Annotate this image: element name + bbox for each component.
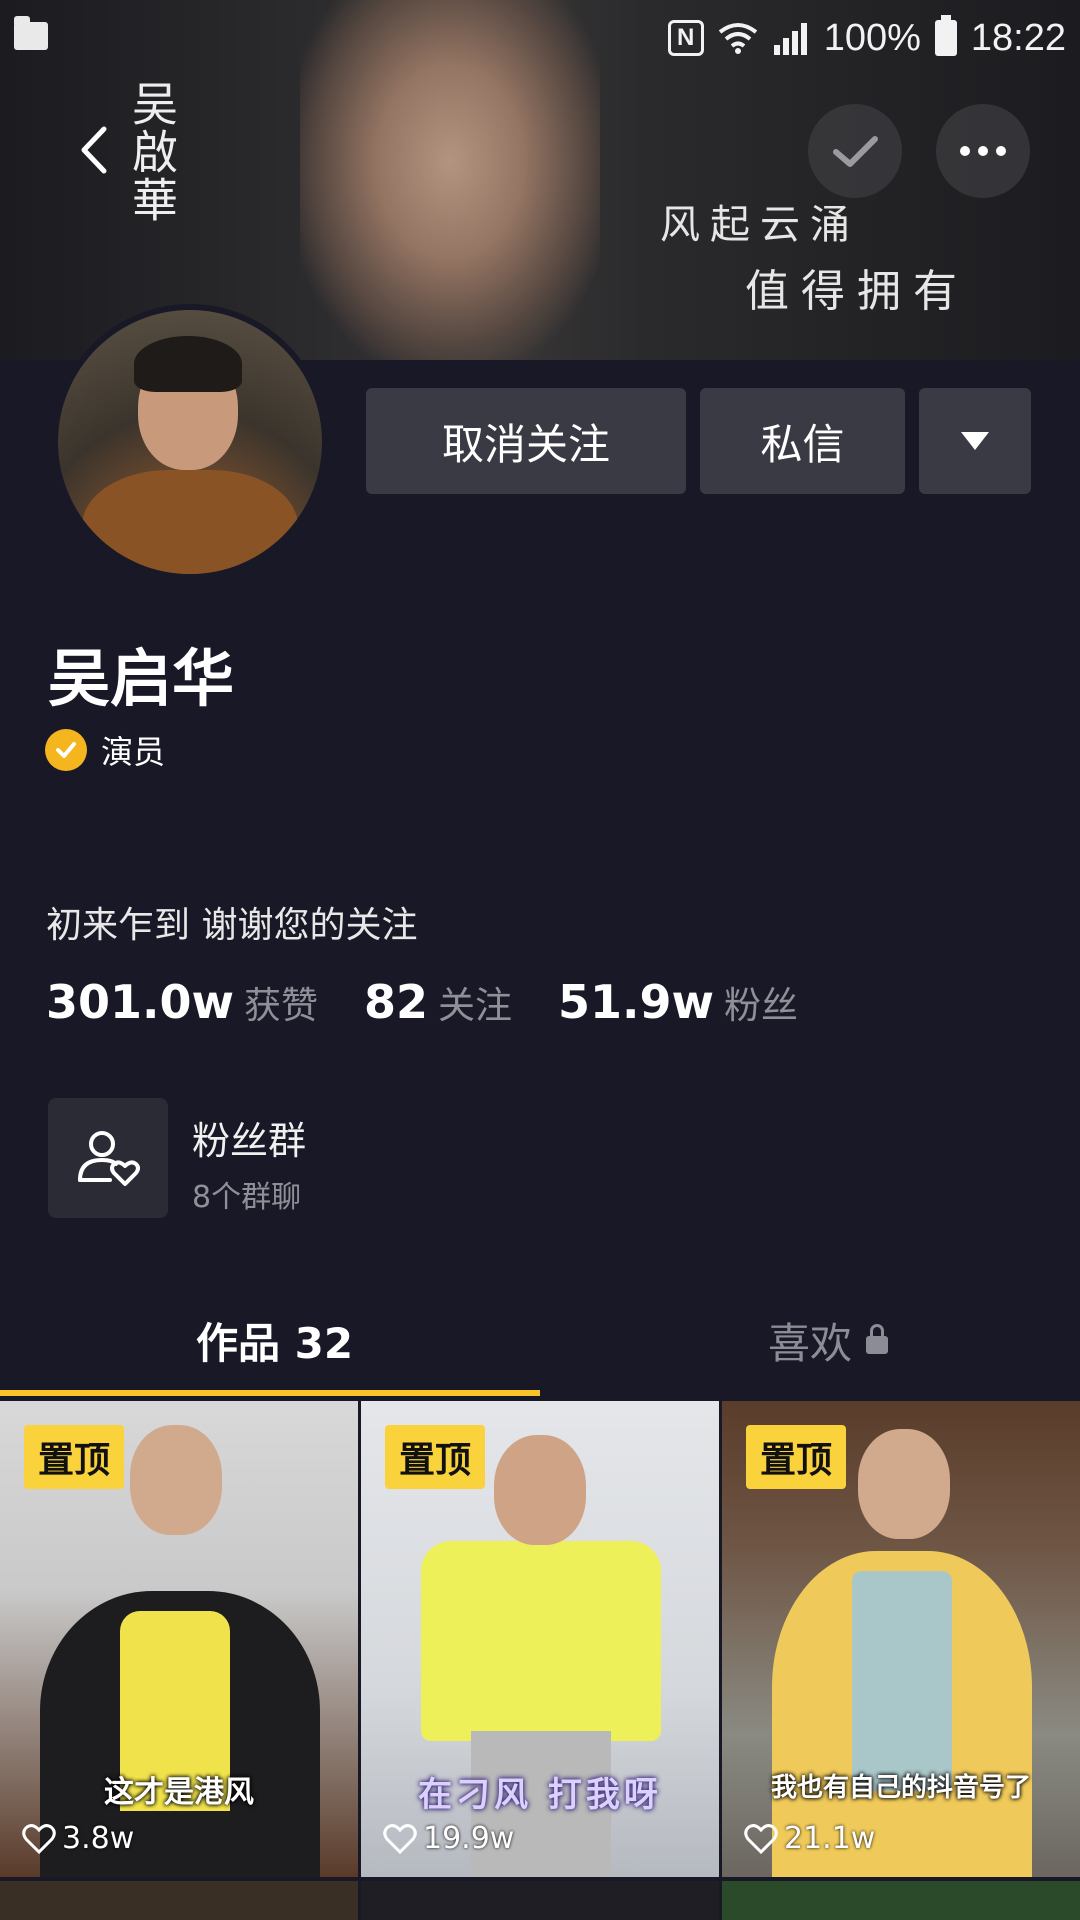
video-thumbnail-partial[interactable] bbox=[361, 1881, 719, 1920]
stat-value: 51.9w bbox=[558, 975, 715, 1029]
stat-following[interactable]: 82 关注 bbox=[364, 975, 512, 1029]
message-button[interactable]: 私信 bbox=[700, 388, 905, 494]
profile-bio: 初来乍到 谢谢您的关注 bbox=[46, 905, 418, 946]
heart-icon bbox=[383, 1823, 417, 1854]
pinned-badge: 置顶 bbox=[385, 1425, 486, 1489]
wifi-icon bbox=[718, 22, 758, 54]
check-icon bbox=[833, 136, 878, 167]
status-bar-right: N 100% 18:22 bbox=[667, 14, 1066, 62]
profile-stats: 301.0w 获赞 82 关注 51.9w 粉丝 bbox=[46, 975, 844, 1029]
banner-slogan-line-2: 值得拥有 bbox=[745, 266, 969, 317]
video-grid: 置顶 这才是港风 3.8w 置顶 在刁风 打我呀 19.9w 置顶 我也有自己的… bbox=[0, 1401, 1080, 1920]
clock: 18:22 bbox=[970, 16, 1066, 59]
verified-label: 演员 bbox=[101, 733, 166, 771]
video-thumbnail-partial[interactable] bbox=[0, 1881, 358, 1920]
video-caption: 我也有自己的抖音号了 bbox=[770, 1773, 1031, 1803]
video-likes: 3.8w bbox=[22, 1821, 134, 1856]
stat-label: 关注 bbox=[438, 984, 513, 1027]
pinned-badge: 置顶 bbox=[24, 1425, 125, 1489]
battery-percent: 100% bbox=[823, 16, 921, 59]
unfollow-button[interactable]: 取消关注 bbox=[366, 388, 686, 494]
folder-icon bbox=[14, 16, 48, 50]
triangle-down-icon bbox=[961, 432, 989, 450]
more-dot-icon bbox=[996, 146, 1006, 156]
profile-name: 吴启华 bbox=[48, 642, 235, 715]
status-bar: N 100% 18:22 bbox=[0, 0, 1080, 76]
stat-label: 获赞 bbox=[244, 984, 318, 1027]
heart-icon bbox=[744, 1823, 778, 1854]
stat-value: 82 bbox=[364, 975, 429, 1029]
signal-icon bbox=[772, 21, 810, 55]
verified-check-icon bbox=[45, 729, 87, 771]
stat-value: 301.0w bbox=[46, 975, 234, 1029]
avatar-photo bbox=[58, 310, 322, 574]
more-dot-icon bbox=[960, 146, 970, 156]
video-thumbnail[interactable]: 置顶 在刁风 打我呀 19.9w bbox=[361, 1401, 719, 1877]
fan-group-icon bbox=[78, 1131, 140, 1186]
more-options-button[interactable] bbox=[936, 104, 1030, 198]
video-thumbnail[interactable]: 置顶 我也有自己的抖音号了 21.1w bbox=[722, 1401, 1080, 1877]
stat-followers[interactable]: 51.9w 粉丝 bbox=[558, 975, 798, 1029]
avatar[interactable] bbox=[52, 304, 328, 580]
stat-likes: 301.0w 获赞 bbox=[46, 975, 318, 1029]
likes-count: 21.1w bbox=[784, 1821, 876, 1856]
likes-count: 19.9w bbox=[423, 1821, 515, 1856]
verified-badge: 演员 bbox=[45, 727, 165, 773]
battery-icon bbox=[934, 15, 957, 56]
fan-group-button[interactable] bbox=[48, 1098, 168, 1218]
banner-slogan-line-1: 风起云涌 bbox=[660, 202, 860, 248]
video-likes: 19.9w bbox=[383, 1821, 514, 1856]
chevron-left-icon bbox=[81, 126, 107, 174]
tab-indicator bbox=[0, 1390, 540, 1396]
tab-works[interactable]: 作品 32 bbox=[196, 1310, 353, 1371]
likes-count: 3.8w bbox=[62, 1821, 135, 1856]
lock-icon bbox=[866, 1323, 889, 1354]
fan-group-subtitle: 8个群聊 bbox=[192, 1180, 302, 1215]
video-likes: 21.1w bbox=[744, 1821, 875, 1856]
nfc-icon: N bbox=[667, 20, 704, 56]
tab-likes[interactable]: 喜欢 bbox=[768, 1310, 889, 1371]
heart-icon bbox=[22, 1823, 56, 1854]
video-caption: 这才是港风 bbox=[104, 1775, 254, 1810]
video-caption: 在刁风 打我呀 bbox=[418, 1775, 662, 1815]
followed-check-button[interactable] bbox=[808, 104, 902, 198]
banner-calligraphy: 吴啟華 bbox=[125, 80, 179, 224]
more-dot-icon bbox=[978, 146, 988, 156]
video-thumbnail[interactable]: 置顶 这才是港风 3.8w bbox=[0, 1401, 358, 1877]
recommend-dropdown-button[interactable] bbox=[919, 388, 1031, 494]
stat-label: 粉丝 bbox=[724, 984, 799, 1027]
tab-likes-label: 喜欢 bbox=[768, 1319, 853, 1368]
fan-group-title[interactable]: 粉丝群 bbox=[192, 1110, 306, 1165]
back-button[interactable] bbox=[70, 125, 120, 175]
pinned-badge: 置顶 bbox=[746, 1425, 847, 1489]
video-thumbnail-partial[interactable] bbox=[722, 1881, 1080, 1920]
